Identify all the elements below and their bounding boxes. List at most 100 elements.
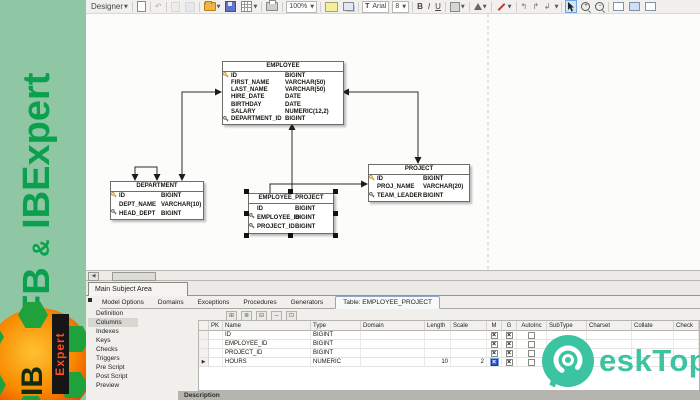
entity-employee[interactable]: EMPLOYEE ID BIGINT FIRST_NAME VARCHAR(50) LAS… — [222, 61, 344, 125]
entity-project[interactable]: PROJECT ID BIGINT PROJ_NAME VARCHAR(20) TEAM_… — [368, 164, 470, 202]
select-tool-button[interactable] — [565, 0, 578, 13]
cell-pk[interactable] — [209, 331, 223, 340]
underline-button[interactable]: U — [434, 1, 442, 13]
cell-length[interactable] — [425, 331, 451, 340]
cell-not-null[interactable]: × — [487, 340, 502, 349]
cell-type[interactable]: BIGINT — [311, 331, 361, 340]
entity-employee_project[interactable]: EMPLOYEE_PROJECT ID BIGINT EMPLOYEE_ID BIGIN… — [244, 189, 338, 238]
zoom-out-button[interactable]: − — [594, 1, 605, 13]
diagram-canvas[interactable]: EMPLOYEE ID BIGINT FIRST_NAME VARCHAR(50) LAS… — [86, 14, 700, 270]
cell-length[interactable]: 10 — [425, 358, 451, 367]
cell-not-null[interactable]: × — [487, 349, 502, 358]
selection-handle[interactable] — [333, 210, 338, 216]
nav-item-indexes[interactable]: Indexes — [88, 327, 196, 336]
cell-granted[interactable]: × — [502, 340, 517, 349]
nav-item-keys[interactable]: Keys — [88, 336, 196, 345]
cell-type[interactable]: BIGINT — [311, 340, 361, 349]
cell-not-null[interactable]: × — [487, 358, 502, 367]
checkbox-unchecked[interactable] — [528, 340, 535, 348]
fill-color-button[interactable]: ▼ — [449, 1, 466, 13]
scrollbar-thumb[interactable] — [112, 272, 156, 281]
cell-granted[interactable]: × — [502, 331, 517, 340]
checkbox-checked[interactable]: × — [490, 331, 498, 339]
italic-button[interactable]: I — [427, 1, 431, 13]
cell-length[interactable] — [425, 340, 451, 349]
open-button[interactable]: ▼ — [203, 1, 222, 13]
print-button[interactable] — [265, 0, 279, 13]
panel-tab-procedures[interactable]: Procedures — [241, 297, 278, 308]
checkbox-checked[interactable]: × — [505, 331, 513, 339]
cell-name[interactable]: ID — [223, 331, 311, 340]
new-comment-button[interactable] — [644, 1, 657, 13]
rotate-right-button[interactable]: ↱ — [531, 1, 540, 13]
cell-length[interactable] — [425, 349, 451, 358]
cell-scale[interactable] — [451, 349, 487, 358]
nav-item-checks[interactable]: Checks — [88, 345, 196, 354]
tab-main-subject-area[interactable]: Main Subject Area — [88, 282, 188, 296]
cell-name[interactable]: EMPLOYEE_ID — [223, 340, 311, 349]
panel-tab-domains[interactable]: Domains — [156, 297, 186, 308]
panel-tab-active-table[interactable]: Table: EMPLOYEE_PROJECT — [335, 296, 441, 309]
paste-button[interactable] — [184, 1, 196, 13]
cell-scale[interactable] — [451, 331, 487, 340]
selection-handle[interactable] — [288, 233, 293, 238]
selection-handle[interactable] — [333, 233, 338, 238]
page-color-button[interactable] — [324, 1, 339, 13]
cell-type[interactable]: NUMERIC — [311, 358, 361, 367]
checkbox-checked[interactable]: × — [489, 358, 499, 366]
selection-handle[interactable] — [288, 189, 293, 194]
splitter-grip[interactable] — [88, 298, 92, 302]
canvas-h-scrollbar[interactable]: ◀ — [86, 270, 700, 281]
rotate-left-button[interactable]: ↰ — [520, 1, 529, 13]
layers-button[interactable] — [342, 1, 355, 13]
selection-handle[interactable] — [244, 189, 249, 194]
nav-item-definition[interactable]: Definition — [88, 309, 196, 318]
font-size-select[interactable]: 8 ▼ — [392, 0, 410, 13]
cell-granted[interactable]: × — [502, 349, 517, 358]
cell-domain[interactable] — [361, 349, 425, 358]
cell-scale[interactable]: 2 — [451, 358, 487, 367]
line-color-button[interactable]: ▼ — [495, 1, 513, 13]
save-button[interactable] — [224, 1, 237, 13]
panel-tab-generators[interactable]: Generators — [289, 297, 326, 308]
description-section-header[interactable]: Description — [178, 391, 700, 400]
panel-tab-model-options[interactable]: Model Options — [100, 297, 146, 308]
cell-type[interactable]: BIGINT — [311, 349, 361, 358]
nav-item-triggers[interactable]: Triggers — [88, 354, 196, 363]
cell-name[interactable]: HOURS — [223, 358, 311, 367]
cell-pk[interactable] — [209, 358, 223, 367]
nav-item-pre-script[interactable]: Pre Script — [88, 363, 196, 372]
cell-name[interactable]: PROJECT_ID — [223, 349, 311, 358]
checkbox-checked[interactable]: × — [505, 340, 513, 348]
cell-granted[interactable]: × — [502, 358, 517, 367]
new-diagram-button[interactable] — [136, 1, 147, 13]
cell-domain[interactable] — [361, 340, 425, 349]
nav-item-post-script[interactable]: Post Script — [88, 372, 196, 381]
cell-domain[interactable] — [361, 331, 425, 340]
cell-domain[interactable] — [361, 358, 425, 367]
scroll-left-icon[interactable]: ◀ — [88, 272, 99, 281]
checkbox-unchecked[interactable] — [528, 331, 535, 339]
copy-button[interactable] — [170, 1, 181, 13]
entity-department[interactable]: DEPARTMENT ID BIGINT DEPT_NAME VARCHAR(10) HE… — [110, 181, 204, 220]
checkbox-checked[interactable]: × — [505, 349, 513, 357]
checkbox-checked[interactable]: × — [505, 358, 513, 366]
cell-scale[interactable] — [451, 340, 487, 349]
selection-handle[interactable] — [244, 210, 249, 216]
selection-handle[interactable] — [244, 233, 249, 238]
checkbox-checked[interactable]: × — [490, 349, 498, 357]
panel-tab-exceptions[interactable]: Exceptions — [196, 297, 232, 308]
zoom-in-button[interactable]: + — [580, 1, 591, 13]
new-entity-button[interactable] — [612, 1, 625, 13]
cell-pk[interactable] — [209, 340, 223, 349]
zoom-select[interactable]: 100% ▼ — [286, 0, 318, 13]
cell-pk[interactable] — [209, 349, 223, 358]
checkbox-unchecked[interactable] — [528, 358, 535, 366]
cell-not-null[interactable]: × — [487, 331, 502, 340]
undo-button[interactable]: ↶ — [154, 1, 163, 13]
flip-button[interactable]: ↲ — [543, 1, 552, 13]
nav-item-preview[interactable]: Preview — [88, 381, 196, 390]
checkbox-unchecked[interactable] — [528, 349, 535, 357]
bold-button[interactable]: B — [416, 1, 424, 13]
selection-handle[interactable] — [333, 189, 338, 194]
